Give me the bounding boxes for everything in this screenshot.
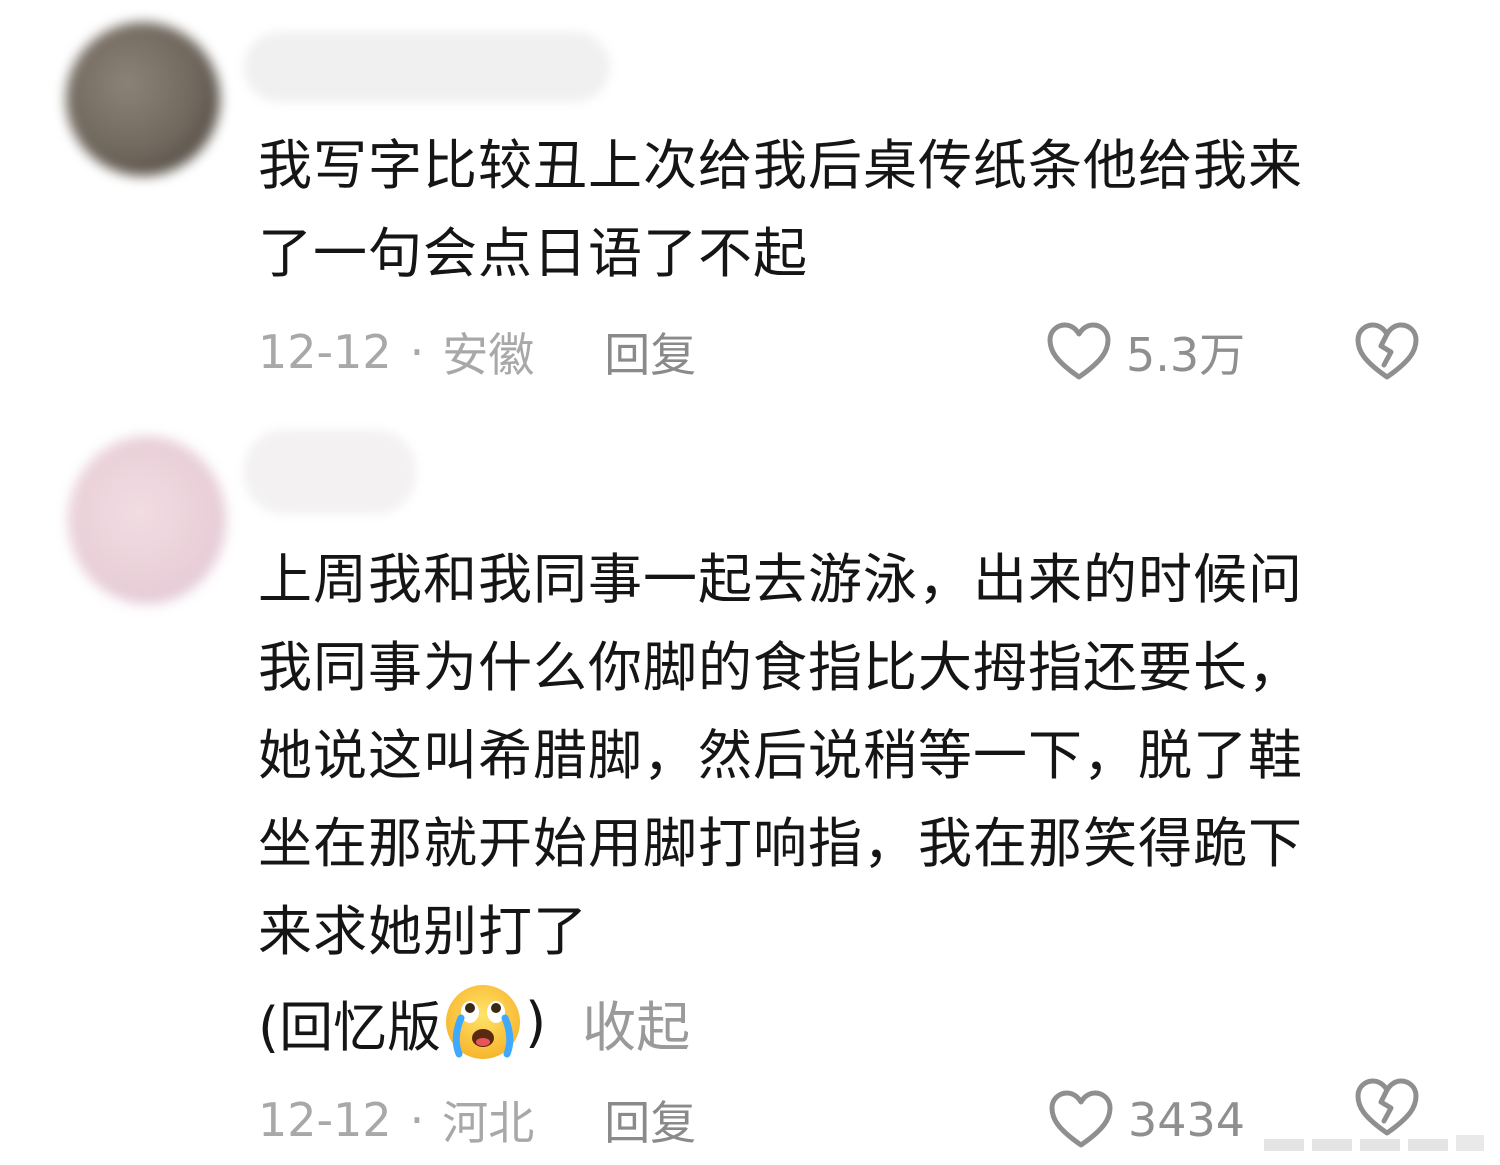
reply-button[interactable]: 回复 xyxy=(604,319,696,385)
dislike-button[interactable] xyxy=(1354,322,1420,382)
comment-date: 12-12 xyxy=(258,325,392,379)
comment-date: 12-12 xyxy=(258,1093,392,1147)
comment-text: 上周我和我同事一起去游泳，出来的时候问 我同事为什么你脚的食指比大拇指还要长， … xyxy=(258,548,1303,963)
crying-face-emoji xyxy=(443,982,523,1062)
broken-heart-icon xyxy=(1354,321,1420,383)
comment-meta: 12-12 · 安徽 回复 xyxy=(258,322,696,382)
collapse-button[interactable]: 收起 xyxy=(582,983,690,1062)
username[interactable] xyxy=(244,32,610,102)
comment-extra-line: (回忆版 ) 收起 xyxy=(258,978,690,1066)
comment-text: 我写字比较丑上次给我后桌传纸条他给我来 了一句会点日语了不起 xyxy=(258,134,1303,285)
comment-extra-suffix: ) xyxy=(525,990,547,1054)
comment-location: 河北 xyxy=(442,1096,535,1150)
meta-separator: · xyxy=(409,1093,425,1147)
comment-extra-prefix: (回忆版 xyxy=(258,995,442,1059)
reply-button[interactable]: 回复 xyxy=(604,1087,696,1153)
like-count: 5.3万 xyxy=(1126,328,1246,382)
like-button[interactable]: 3434 xyxy=(1048,1090,1245,1150)
watermark-logo xyxy=(1260,1113,1490,1161)
like-button[interactable]: 5.3万 xyxy=(1046,322,1245,382)
comment-location: 安徽 xyxy=(442,328,535,382)
heart-outline-icon xyxy=(1046,321,1112,383)
comment-meta: 12-12 · 河北 回复 xyxy=(258,1090,696,1150)
like-count: 3434 xyxy=(1128,1093,1246,1147)
avatar[interactable] xyxy=(66,22,220,176)
username[interactable] xyxy=(244,430,416,514)
meta-separator: · xyxy=(409,325,425,379)
comment-item: 上周我和我同事一起去游泳，出来的时候问 我同事为什么你脚的食指比大拇指还要长， … xyxy=(0,420,1500,1165)
avatar[interactable] xyxy=(68,436,226,604)
heart-outline-icon xyxy=(1048,1089,1114,1151)
comment-item: 我写字比较丑上次给我后桌传纸条他给我来 了一句会点日语了不起 12-12 · 安… xyxy=(0,0,1500,420)
